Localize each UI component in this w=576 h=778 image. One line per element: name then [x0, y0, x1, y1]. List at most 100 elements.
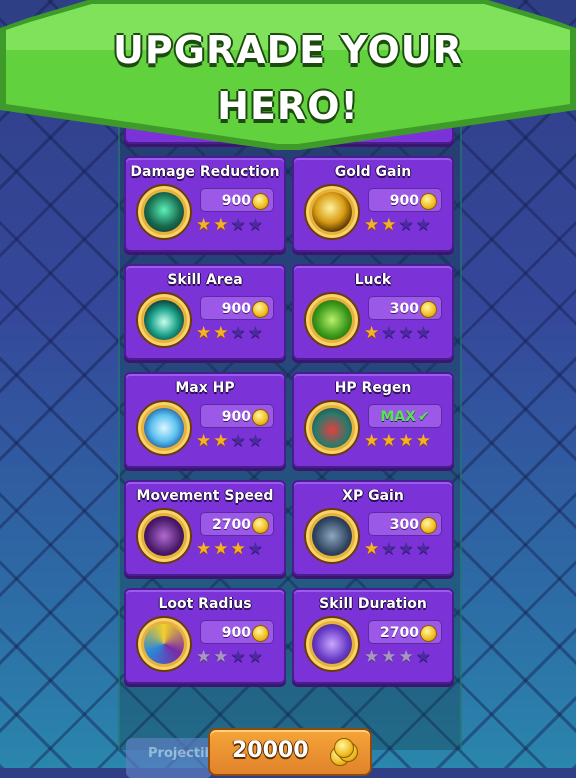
star-filled-icon: ★ — [213, 431, 229, 451]
star-filled-icon: ★ — [364, 647, 380, 667]
upgrade-card-title: Movement Speed — [136, 488, 274, 504]
armor-icon — [136, 184, 192, 240]
star-filled-icon: ★ — [381, 215, 397, 235]
star-empty-icon: ★ — [230, 323, 246, 343]
upgrade-card-title: HP Regen — [334, 380, 412, 396]
banner-line-1: UPGRADE YOUR — [113, 28, 463, 72]
upgrade-card-title: Luck — [354, 272, 392, 288]
star-filled-icon: ★ — [213, 539, 229, 559]
banner-title: UPGRADE YOUR HERO! — [0, 22, 576, 134]
star-empty-icon: ★ — [415, 215, 431, 235]
star-empty-icon: ★ — [230, 215, 246, 235]
upgrade-card[interactable]: Gold Gain 900 ★ ★ ★ ★ — [292, 156, 454, 252]
upgrade-price-button[interactable]: 2700 — [200, 512, 274, 536]
star-empty-icon: ★ — [415, 323, 431, 343]
star-filled-icon: ★ — [415, 431, 431, 451]
coin-total: 20000 — [232, 738, 309, 763]
star-filled-icon: ★ — [398, 647, 414, 667]
star-empty-icon: ★ — [415, 539, 431, 559]
star-empty-icon: ★ — [415, 647, 431, 667]
gold-orb-icon — [304, 184, 360, 240]
star-empty-icon: ★ — [247, 647, 263, 667]
star-filled-icon: ★ — [381, 647, 397, 667]
boot-icon — [136, 508, 192, 564]
star-empty-icon: ★ — [381, 323, 397, 343]
star-empty-icon: ★ — [247, 431, 263, 451]
scroll-icon — [304, 616, 360, 672]
star-empty-icon: ★ — [381, 539, 397, 559]
star-filled-icon: ★ — [213, 323, 229, 343]
upgrade-price-button[interactable]: 900 — [200, 296, 274, 320]
max-level-badge[interactable]: MAX ✔ — [368, 404, 442, 428]
upgrade-card[interactable]: XP Gain 300 ★ ★ ★ ★ — [292, 480, 454, 576]
upgrade-level-stars: ★★★★ — [364, 540, 431, 558]
price-value: 300 — [389, 517, 419, 533]
star-empty-icon: ★ — [398, 323, 414, 343]
upgrade-price-button[interactable]: 300 — [368, 512, 442, 536]
upgrade-card-title: XP Gain — [342, 488, 404, 504]
star-filled-icon: ★ — [381, 431, 397, 451]
coin-icon — [420, 193, 437, 210]
star-filled-icon: ★ — [196, 215, 212, 235]
price-value: 900 — [221, 193, 251, 209]
upgrade-card[interactable]: Skill Area 900 ★ ★ ★ ★ — [124, 264, 286, 360]
vortex-icon — [136, 616, 192, 672]
banner-line-2: HERO! — [217, 84, 359, 128]
star-filled-icon: ★ — [196, 431, 212, 451]
price-value: 2700 — [380, 625, 419, 641]
upgrade-card-title: Damage Reduction — [130, 164, 280, 180]
upgrade-price-button[interactable]: 900 — [200, 404, 274, 428]
upgrade-card[interactable]: Skill Duration 2700 ★ ★ ★ ★ — [292, 588, 454, 684]
coin-icon — [420, 517, 437, 534]
coin-balance: 20000 — [208, 728, 372, 776]
coin-stack-icon — [330, 738, 358, 766]
star-filled-icon: ★ — [364, 323, 380, 343]
upgrade-level-stars: ★★★★ — [364, 216, 431, 234]
price-value: MAX — [380, 409, 416, 425]
tome-icon — [304, 508, 360, 564]
potion-icon — [304, 400, 360, 456]
upgrade-card[interactable]: Loot Radius 900 ★ ★ ★ ★ — [124, 588, 286, 684]
star-filled-icon: ★ — [196, 323, 212, 343]
upgrade-card-title: Loot Radius — [158, 596, 252, 612]
upgrade-card[interactable]: Luck 300 ★ ★ ★ ★ — [292, 264, 454, 360]
upgrade-card-title: Gold Gain — [334, 164, 412, 180]
upgrade-level-stars: ★★★★ — [364, 432, 431, 450]
star-filled-icon: ★ — [213, 647, 229, 667]
coin-icon — [420, 301, 437, 318]
star-empty-icon: ★ — [230, 647, 246, 667]
upgrade-price-button[interactable]: 900 — [200, 620, 274, 644]
upgrade-level-stars: ★★★★ — [196, 324, 263, 342]
checkmark-icon: ✔ — [417, 409, 430, 425]
upgrade-card[interactable]: Movement Speed 2700 ★ ★ ★ ★ — [124, 480, 286, 576]
upgrade-level-stars: ★★★★ — [364, 648, 431, 666]
star-filled-icon: ★ — [230, 539, 246, 559]
upgrade-price-button[interactable]: 2700 — [368, 620, 442, 644]
star-filled-icon: ★ — [213, 215, 229, 235]
projectile-tab[interactable]: Projectil — [126, 738, 212, 778]
star-filled-icon: ★ — [364, 539, 380, 559]
upgrade-card[interactable]: Max HP 900 ★ ★ ★ ★ — [124, 372, 286, 468]
clover-icon — [304, 292, 360, 348]
upgrade-price-button[interactable]: 300 — [368, 296, 442, 320]
upgrade-card-title: Skill Duration — [319, 596, 427, 612]
skill-area-icon — [136, 292, 192, 348]
price-value: 900 — [221, 625, 251, 641]
upgrade-card[interactable]: Damage Reduction 900 ★ ★ ★ ★ — [124, 156, 286, 252]
upgrade-card[interactable]: HP Regen MAX ✔ ★ ★ ★ ★ — [292, 372, 454, 468]
star-empty-icon: ★ — [398, 215, 414, 235]
upgrade-card-title: Skill Area — [167, 272, 243, 288]
star-empty-icon: ★ — [247, 323, 263, 343]
star-filled-icon: ★ — [364, 431, 380, 451]
price-value: 900 — [221, 301, 251, 317]
star-filled-icon: ★ — [196, 647, 212, 667]
coin-icon — [252, 625, 269, 642]
coin-icon — [420, 625, 437, 642]
star-empty-icon: ★ — [247, 539, 263, 559]
star-empty-icon: ★ — [247, 215, 263, 235]
projectile-tab-label: Projectil — [148, 746, 209, 761]
coin-icon — [252, 517, 269, 534]
price-value: 900 — [389, 193, 419, 209]
upgrade-price-button[interactable]: 900 — [200, 188, 274, 212]
upgrade-price-button[interactable]: 900 — [368, 188, 442, 212]
